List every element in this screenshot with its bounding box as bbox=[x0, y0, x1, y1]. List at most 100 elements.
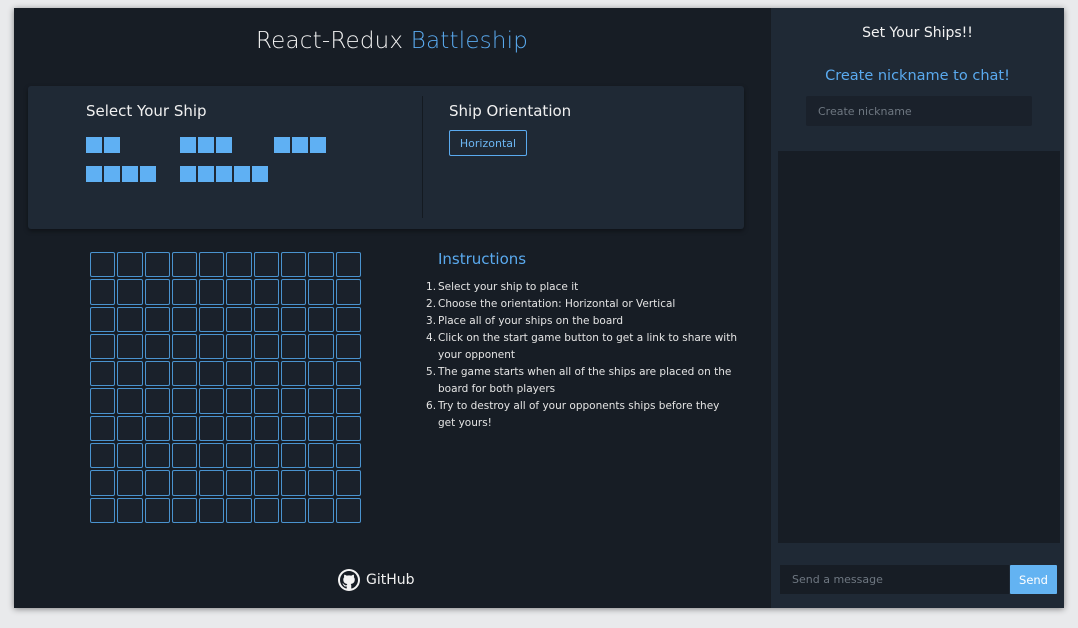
board-cell[interactable] bbox=[335, 415, 361, 442]
board-cell[interactable] bbox=[171, 388, 198, 414]
board-cell[interactable] bbox=[144, 470, 170, 496]
board-cell[interactable] bbox=[308, 470, 334, 496]
board-cell[interactable] bbox=[335, 333, 361, 360]
board-cell[interactable] bbox=[144, 415, 170, 442]
board-cell[interactable] bbox=[226, 497, 252, 523]
board-cell[interactable] bbox=[199, 361, 225, 387]
board-cell[interactable] bbox=[308, 252, 334, 278]
board-cell[interactable] bbox=[281, 470, 307, 496]
board-cell[interactable] bbox=[308, 497, 334, 523]
board-cell[interactable] bbox=[335, 388, 361, 414]
ship-2[interactable] bbox=[86, 137, 120, 153]
board-cell[interactable] bbox=[335, 306, 361, 332]
ship-5[interactable] bbox=[180, 166, 268, 182]
board-cell[interactable] bbox=[281, 279, 307, 305]
board-cell[interactable] bbox=[253, 361, 280, 387]
board-cell[interactable] bbox=[281, 306, 307, 332]
board-cell[interactable] bbox=[226, 443, 252, 469]
board-cell[interactable] bbox=[199, 333, 225, 360]
board-cell[interactable] bbox=[199, 279, 225, 305]
board-cell[interactable] bbox=[90, 443, 116, 469]
board-cell[interactable] bbox=[171, 361, 198, 387]
board-cell[interactable] bbox=[253, 443, 280, 469]
message-input[interactable] bbox=[780, 565, 1009, 594]
board-cell[interactable] bbox=[90, 361, 116, 387]
board-cell[interactable] bbox=[90, 252, 116, 278]
board-cell[interactable] bbox=[226, 279, 252, 305]
board-cell[interactable] bbox=[335, 361, 361, 387]
board-cell[interactable] bbox=[90, 470, 116, 496]
orientation-button[interactable]: Horizontal bbox=[449, 130, 527, 156]
board-cell[interactable] bbox=[117, 306, 143, 332]
board-cell[interactable] bbox=[281, 497, 307, 523]
board-cell[interactable] bbox=[199, 415, 225, 442]
board-cell[interactable] bbox=[199, 497, 225, 523]
board-cell[interactable] bbox=[281, 388, 307, 414]
board-cell[interactable] bbox=[335, 443, 361, 469]
board-cell[interactable] bbox=[144, 443, 170, 469]
board-cell[interactable] bbox=[117, 252, 143, 278]
board-cell[interactable] bbox=[253, 415, 280, 442]
board-cell[interactable] bbox=[253, 279, 280, 305]
nickname-input[interactable] bbox=[806, 96, 1032, 126]
board-cell[interactable] bbox=[117, 415, 143, 442]
board-cell[interactable] bbox=[308, 279, 334, 305]
board-cell[interactable] bbox=[335, 470, 361, 496]
board-cell[interactable] bbox=[90, 388, 116, 414]
board-cell[interactable] bbox=[90, 279, 116, 305]
board-cell[interactable] bbox=[253, 388, 280, 414]
board-cell[interactable] bbox=[226, 252, 252, 278]
board-cell[interactable] bbox=[171, 415, 198, 442]
board-cell[interactable] bbox=[144, 333, 170, 360]
board-cell[interactable] bbox=[144, 361, 170, 387]
board-cell[interactable] bbox=[90, 306, 116, 332]
board-cell[interactable] bbox=[199, 252, 225, 278]
board-cell[interactable] bbox=[90, 497, 116, 523]
board-cell[interactable] bbox=[199, 388, 225, 414]
board-cell[interactable] bbox=[335, 252, 361, 278]
board-cell[interactable] bbox=[253, 470, 280, 496]
board-cell[interactable] bbox=[226, 361, 252, 387]
ship-4[interactable] bbox=[86, 166, 156, 182]
board-cell[interactable] bbox=[281, 252, 307, 278]
board-cell[interactable] bbox=[144, 279, 170, 305]
board-cell[interactable] bbox=[308, 361, 334, 387]
board-cell[interactable] bbox=[253, 497, 280, 523]
board-cell[interactable] bbox=[226, 388, 252, 414]
send-button[interactable]: Send bbox=[1010, 565, 1057, 594]
board-cell[interactable] bbox=[144, 252, 170, 278]
board-cell[interactable] bbox=[281, 443, 307, 469]
board-cell[interactable] bbox=[253, 306, 280, 332]
board-cell[interactable] bbox=[226, 306, 252, 332]
board-cell[interactable] bbox=[117, 388, 143, 414]
board-cell[interactable] bbox=[117, 497, 143, 523]
board-cell[interactable] bbox=[308, 388, 334, 414]
board-cell[interactable] bbox=[199, 443, 225, 469]
board-cell[interactable] bbox=[253, 252, 280, 278]
ship-3a[interactable] bbox=[180, 137, 232, 153]
board-cell[interactable] bbox=[253, 333, 280, 360]
board-cell[interactable] bbox=[117, 470, 143, 496]
board-cell[interactable] bbox=[90, 415, 116, 442]
board-cell[interactable] bbox=[226, 470, 252, 496]
board-cell[interactable] bbox=[90, 333, 116, 360]
board-cell[interactable] bbox=[117, 361, 143, 387]
board-cell[interactable] bbox=[171, 279, 198, 305]
board-cell[interactable] bbox=[199, 470, 225, 496]
board-cell[interactable] bbox=[308, 306, 334, 332]
board-cell[interactable] bbox=[281, 415, 307, 442]
board-cell[interactable] bbox=[171, 443, 198, 469]
board-cell[interactable] bbox=[117, 443, 143, 469]
board-cell[interactable] bbox=[171, 470, 198, 496]
board-cell[interactable] bbox=[335, 279, 361, 305]
board-cell[interactable] bbox=[281, 361, 307, 387]
board-cell[interactable] bbox=[308, 333, 334, 360]
board-cell[interactable] bbox=[199, 306, 225, 332]
board-cell[interactable] bbox=[171, 252, 198, 278]
board-cell[interactable] bbox=[117, 279, 143, 305]
board-cell[interactable] bbox=[308, 443, 334, 469]
board-cell[interactable] bbox=[335, 497, 361, 523]
board-cell[interactable] bbox=[171, 333, 198, 360]
board-cell[interactable] bbox=[308, 415, 334, 442]
ship-3b[interactable] bbox=[274, 137, 326, 153]
